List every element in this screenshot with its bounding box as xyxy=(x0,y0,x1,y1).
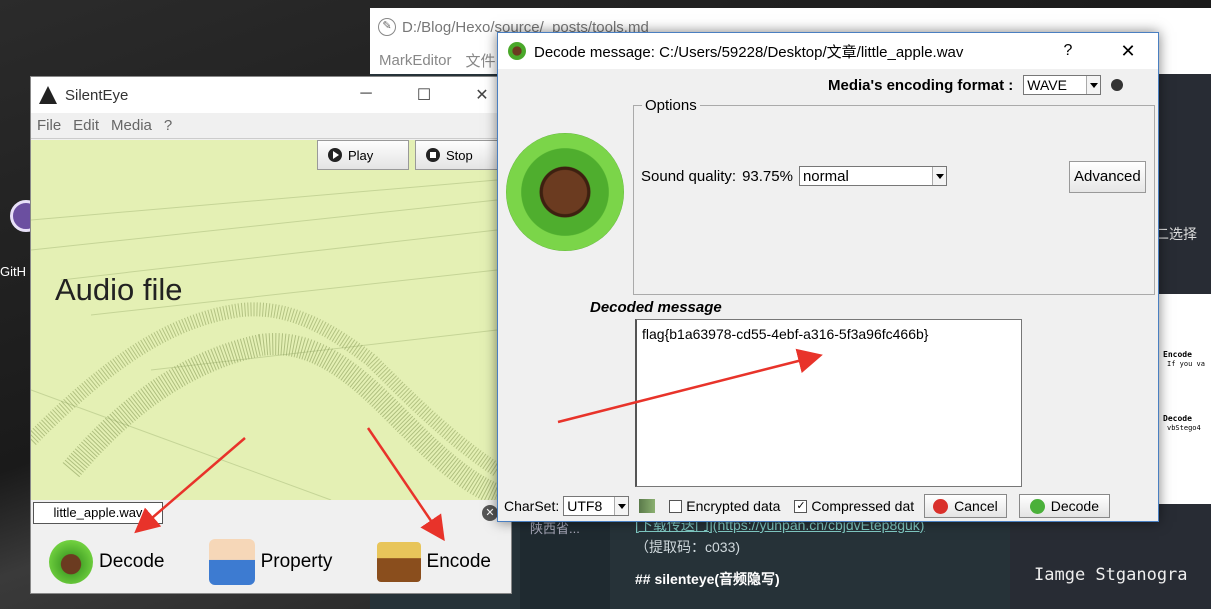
action-bar: Decode Property Encode xyxy=(31,532,511,592)
editor-menu-app[interactable]: MarkEditor xyxy=(379,52,452,69)
sound-quality-percent: 93.75% xyxy=(742,167,793,185)
minimize-button[interactable]: ─ xyxy=(337,85,395,105)
sound-quality-row: Sound quality: 93.75% normal xyxy=(641,166,947,186)
encoding-format-label: Media's encoding format : xyxy=(828,76,1014,94)
property-icon xyxy=(208,539,255,585)
chevron-down-icon xyxy=(614,497,629,515)
silenteye-titlebar: SilentEye ─ ☐ ✕ xyxy=(31,77,511,113)
maximize-button[interactable]: ☐ xyxy=(395,85,453,105)
play-label: Play xyxy=(348,147,374,163)
options-legend: Options xyxy=(642,97,700,114)
decode-action-label: Decode xyxy=(99,551,165,572)
charset-select[interactable]: UTF8 xyxy=(563,496,630,516)
encrypted-data-label: Encrypted data xyxy=(686,498,781,514)
decode-label: Decode xyxy=(1050,498,1099,514)
decode-message-dialog: Decode message: C:/Users/59228/Desktop/文… xyxy=(497,32,1159,522)
desktop-icon-label: GitH xyxy=(0,264,26,279)
editor-menu-file[interactable]: 文件 xyxy=(466,50,496,71)
preview-image: Encode If you va Decode vbStego4 xyxy=(1158,294,1211,504)
cancel-label: Cancel xyxy=(954,498,998,514)
silenteye-window: SilentEye ─ ☐ ✕ File Edit Media ? Audio … xyxy=(30,76,512,594)
encode-box-icon xyxy=(376,542,421,582)
menu-file[interactable]: File xyxy=(37,117,61,134)
menu-help[interactable]: ? xyxy=(164,117,172,134)
preview-encode-sub: If you va xyxy=(1167,360,1205,368)
dialog-title: Decode message: C:/Users/59228/Desktop/文… xyxy=(534,43,964,61)
preview-decode-sub: vbStego4 xyxy=(1167,424,1201,432)
preview-mono-text: Iamge Stganogra xyxy=(1034,565,1188,585)
stop-icon xyxy=(426,148,440,162)
media-filename-tab[interactable]: little_apple.wav xyxy=(33,502,163,524)
playback-toolbar: Play Stop xyxy=(317,140,503,170)
stop-label: Stop xyxy=(446,147,473,163)
silenteye-menubar: File Edit Media ? xyxy=(31,113,511,139)
sound-quality-select[interactable]: normal xyxy=(798,166,947,186)
play-button[interactable]: Play xyxy=(317,140,409,170)
decoded-message-text: flag{b1a63978-cd55-4ebf-a316-5f3a96fc466… xyxy=(642,326,929,342)
charset-value: UTF8 xyxy=(567,498,603,514)
editor-content[interactable]: [下载传送门](https://yunpan.cn/cbjdvEtep8guk)… xyxy=(635,514,924,590)
waveform-graphic xyxy=(31,179,497,500)
play-icon xyxy=(328,148,342,162)
audio-file-label: Audio file xyxy=(55,272,183,307)
code-line: （提取码：c033) xyxy=(635,539,741,555)
audio-waveform-canvas[interactable]: Audio file xyxy=(31,140,497,500)
pen-icon: ✎ xyxy=(378,18,396,36)
help-button[interactable]: ? xyxy=(1038,42,1098,60)
charset-label: CharSet: xyxy=(504,498,560,514)
preview-text: 二选择 xyxy=(1155,226,1197,242)
charset-book-icon[interactable] xyxy=(639,499,656,513)
encoding-format-select[interactable]: WAVE xyxy=(1023,75,1102,95)
compressed-data-checkbox[interactable]: ✓ xyxy=(794,499,808,513)
property-action-button[interactable]: Property xyxy=(208,539,333,585)
encode-action-button[interactable]: Encode xyxy=(376,542,491,582)
chevron-down-icon xyxy=(1086,76,1101,94)
options-group: Options Sound quality: 93.75% normal Adv… xyxy=(633,97,1155,295)
check-icon xyxy=(1029,498,1045,514)
decode-action-button[interactable]: Decode xyxy=(49,540,165,584)
compressed-data-label: Compressed dat xyxy=(811,498,915,514)
dialog-close-button[interactable]: ✕ xyxy=(1098,41,1158,62)
section-heading: ## silenteye(音频隐写) xyxy=(635,571,780,587)
encrypted-data-checkbox[interactable] xyxy=(669,499,683,513)
decoded-message-heading: Decoded message xyxy=(590,299,722,316)
encode-action-label: Encode xyxy=(426,551,491,572)
close-media-icon[interactable]: ✕ xyxy=(482,505,498,521)
menu-edit[interactable]: Edit xyxy=(73,117,99,134)
format-info-icon[interactable] xyxy=(1111,79,1124,91)
preview-encode-label: Encode xyxy=(1163,350,1192,359)
cancel-button[interactable]: Cancel xyxy=(924,494,1007,518)
sound-quality-value: normal xyxy=(802,167,849,185)
dialog-logo-icon xyxy=(508,42,526,60)
dialog-bottom-bar: CharSet: UTF8 Encrypted data ✓ Compresse… xyxy=(498,491,1158,521)
mascot-image xyxy=(506,133,624,251)
menu-media[interactable]: Media xyxy=(111,117,152,134)
decode-mascot-icon xyxy=(49,540,93,584)
silenteye-logo-icon xyxy=(39,86,57,104)
silenteye-title: SilentEye xyxy=(65,86,129,104)
encoding-format-row: Media's encoding format : WAVE xyxy=(828,75,1124,95)
chevron-down-icon xyxy=(931,167,946,185)
dialog-titlebar: Decode message: C:/Users/59228/Desktop/文… xyxy=(498,33,1158,69)
decode-button[interactable]: Decode xyxy=(1018,494,1110,518)
stop-button[interactable]: Stop xyxy=(415,140,503,170)
property-action-label: Property xyxy=(260,551,333,572)
decoded-message-textarea[interactable]: flag{b1a63978-cd55-4ebf-a316-5f3a96fc466… xyxy=(635,319,1022,487)
preview-decode-label: Decode xyxy=(1163,414,1192,423)
encoding-format-value: WAVE xyxy=(1027,77,1067,93)
cancel-icon xyxy=(933,498,949,514)
advanced-button[interactable]: Advanced xyxy=(1069,161,1146,193)
sound-quality-label: Sound quality: xyxy=(641,167,737,185)
